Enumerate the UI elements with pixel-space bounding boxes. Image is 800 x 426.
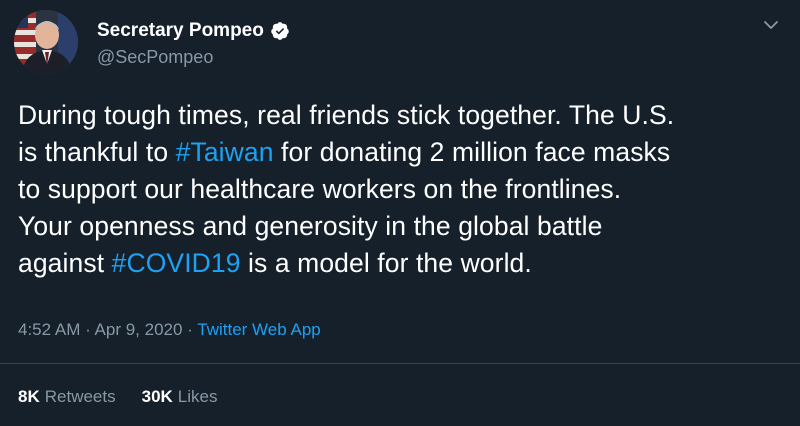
tweet-text: During tough times, real friends stick t… <box>18 97 788 282</box>
author-name-row[interactable]: Secretary Pompeo <box>97 19 290 43</box>
tweet-meta: 4:52 AM · Apr 9, 2020 · Twitter Web App <box>18 318 321 342</box>
avatar-image <box>14 10 78 74</box>
retweets-label: Retweets <box>44 387 116 406</box>
tweet-text-segment: Your openness and generosity in the glob… <box>18 211 603 241</box>
likes-count: 30K <box>141 387 173 406</box>
meta-separator: · <box>182 320 198 339</box>
tweet-text-segment: against <box>18 248 112 278</box>
tweet-text-segment: is a model for the world. <box>240 248 532 278</box>
tweet-text-segment: During tough times, real friends stick t… <box>18 100 675 130</box>
likes-label: Likes <box>177 387 218 406</box>
tweet-text-line: is thankful to #Taiwan for donating 2 mi… <box>18 134 788 171</box>
author-handle[interactable]: @SecPompeo <box>97 45 213 69</box>
tweet-text-segment: to support our healthcare workers on the… <box>18 174 622 204</box>
retweets-count: 8K <box>18 387 40 406</box>
tweet-text-line: to support our healthcare workers on the… <box>18 171 788 208</box>
tweet-date[interactable]: Apr 9, 2020 <box>95 320 183 339</box>
chevron-down-icon[interactable] <box>760 14 782 36</box>
divider <box>0 363 800 364</box>
tweet-stats: 8K Retweets 30K Likes <box>18 385 217 409</box>
meta-separator: · <box>80 320 95 339</box>
tweet-text-line: Your openness and generosity in the glob… <box>18 208 788 245</box>
retweets-stat[interactable]: 8K Retweets <box>18 385 116 409</box>
hashtag-link[interactable]: #Taiwan <box>176 137 274 167</box>
tweet-text-segment: is thankful to <box>18 137 176 167</box>
tweet-text-segment: for donating 2 million face masks <box>273 137 671 167</box>
likes-stat[interactable]: 30K Likes <box>142 385 218 409</box>
avatar[interactable] <box>14 10 78 74</box>
tweet-source-link[interactable]: Twitter Web App <box>197 320 320 339</box>
tweet-card: Secretary Pompeo @SecPompeo During tough… <box>0 0 800 426</box>
hashtag-link[interactable]: #COVID19 <box>112 248 241 278</box>
tweet-time[interactable]: 4:52 AM <box>18 320 80 339</box>
author-display-name[interactable]: Secretary Pompeo <box>97 19 264 43</box>
tweet-text-line: During tough times, real friends stick t… <box>18 97 788 134</box>
verified-badge-icon <box>270 21 290 41</box>
tweet-text-line: against #COVID19 is a model for the worl… <box>18 245 788 282</box>
